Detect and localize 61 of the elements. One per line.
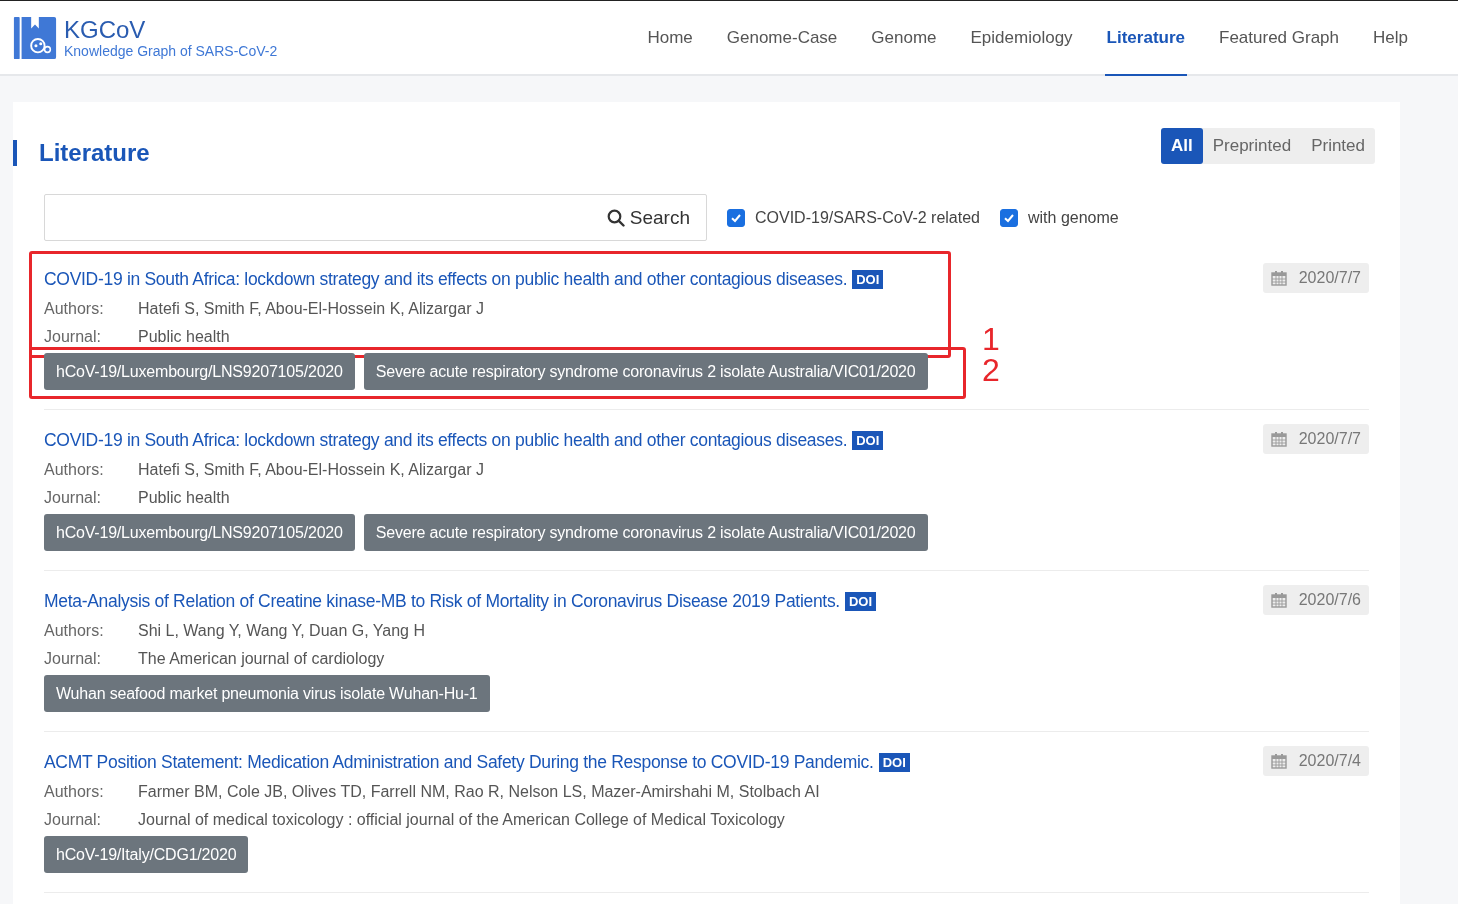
journal-text: The American journal of cardiology xyxy=(138,649,385,668)
logo-subtitle: Knowledge Graph of SARS-CoV-2 xyxy=(64,42,278,59)
date-text: 2020/7/6 xyxy=(1298,591,1361,609)
genome-tag[interactable]: Severe acute respiratory syndrome coronavirus 2 isolate Australia/VIC01/2020 xyxy=(363,353,928,390)
nav-link[interactable]: Genome xyxy=(869,1,939,76)
journal-label: Journal: xyxy=(44,488,102,507)
doi-badge[interactable]: DOI xyxy=(852,431,884,450)
authors-label: Authors: xyxy=(44,782,105,801)
journal-text: Journal of medical toxicology : official journal of the American College of Medical Toxicology xyxy=(138,810,785,829)
doi-badge[interactable]: DOI xyxy=(878,753,910,772)
nav-link[interactable]: Literature xyxy=(1104,1,1187,76)
checkbox-label[interactable]: COVID-19/SARS-CoV-2 related xyxy=(755,208,980,227)
journal-label: Journal: xyxy=(44,810,102,829)
authors-text: Farmer BM, Cole JB, Olives TD, Farrell NM, Rao R, Nelson LS, Mazer-Amirshahi M, Stolbach AI xyxy=(138,782,820,801)
annotation-number: 2 xyxy=(982,353,1000,387)
page-title: Literature xyxy=(13,140,150,166)
nav-link[interactable]: Home xyxy=(645,1,695,76)
annotation-number: 1 xyxy=(982,322,1000,356)
authors-text: Hatefi S, Smith F, Abou-El-Hossein K, Alizargar J xyxy=(138,460,484,479)
journal-label: Journal: xyxy=(44,327,102,346)
date-text: 2020/7/7 xyxy=(1298,430,1361,448)
journal-label: Journal: xyxy=(44,649,102,668)
article-title-link[interactable]: ACMT Position Statement: Medication Administration and Safety During the Response to COVID-19 Pandemic. xyxy=(44,752,874,773)
calendar-icon xyxy=(1270,431,1287,447)
doi-badge[interactable]: DOI xyxy=(852,270,884,289)
authors-label: Authors: xyxy=(44,621,105,640)
genome-tag[interactable]: Severe acute respiratory syndrome coronavirus 2 isolate Australia/VIC01/2020 xyxy=(363,514,928,551)
authors-text: Shi L, Wang Y, Wang Y, Duan G, Yang H xyxy=(138,621,425,640)
doi-badge[interactable]: DOI xyxy=(844,592,877,611)
article-title-link[interactable]: Meta-Analysis of Relation of Creatine kinase-MB to Risk of Mortality in Coronavirus Disease 2019 Patients. xyxy=(44,591,840,612)
checkbox[interactable] xyxy=(1000,208,1018,227)
genome-tag[interactable]: hCoV-19/Italy/CDG1/2020 xyxy=(44,836,249,873)
nav-link[interactable]: Featured Graph xyxy=(1217,1,1342,76)
logo-title[interactable]: KGCoV xyxy=(64,16,278,43)
search-field[interactable]: Search xyxy=(44,194,707,241)
genome-tag[interactable]: hCoV-19/Luxembourg/LNS9207105/2020 xyxy=(44,353,355,390)
article-title-link[interactable]: COVID-19 in South Africa: lockdown strategy and its effects on public health and other contagious diseases. xyxy=(44,430,848,451)
authors-label: Authors: xyxy=(44,299,105,318)
calendar-icon xyxy=(1270,270,1287,286)
journal-text: Public health xyxy=(138,327,230,346)
calendar-icon xyxy=(1270,753,1287,769)
logo-icon xyxy=(12,14,58,61)
authors-text: Hatefi S, Smith F, Abou-El-Hossein K, Alizargar J xyxy=(138,299,484,318)
genome-tag[interactable]: hCoV-19/Luxembourg/LNS9207105/2020 xyxy=(44,514,355,551)
nav-link[interactable]: Genome-Case xyxy=(724,1,840,76)
checkbox-label[interactable]: with genome xyxy=(1028,208,1119,227)
nav-link[interactable]: Epidemiology xyxy=(968,1,1075,76)
checkbox[interactable] xyxy=(727,208,745,227)
search-button[interactable]: Search xyxy=(598,206,706,229)
date-text: 2020/7/7 xyxy=(1298,269,1361,287)
date-text: 2020/7/4 xyxy=(1298,752,1361,770)
nav-link[interactable]: Help xyxy=(1371,1,1410,76)
journal-text: Public health xyxy=(138,488,230,507)
search-icon xyxy=(606,208,625,227)
authors-label: Authors: xyxy=(44,460,105,479)
calendar-icon xyxy=(1270,592,1287,608)
filter-tab[interactable]: All xyxy=(1160,128,1203,164)
genome-tag[interactable]: Wuhan seafood market pneumonia virus isolate Wuhan-Hu-1 xyxy=(44,675,490,712)
filter-tab[interactable]: Printed xyxy=(1301,128,1375,164)
filter-tab[interactable]: Preprinted xyxy=(1202,128,1302,164)
article-title-link[interactable]: COVID-19 in South Africa: lockdown strategy and its effects on public health and other contagious diseases. xyxy=(44,269,848,290)
